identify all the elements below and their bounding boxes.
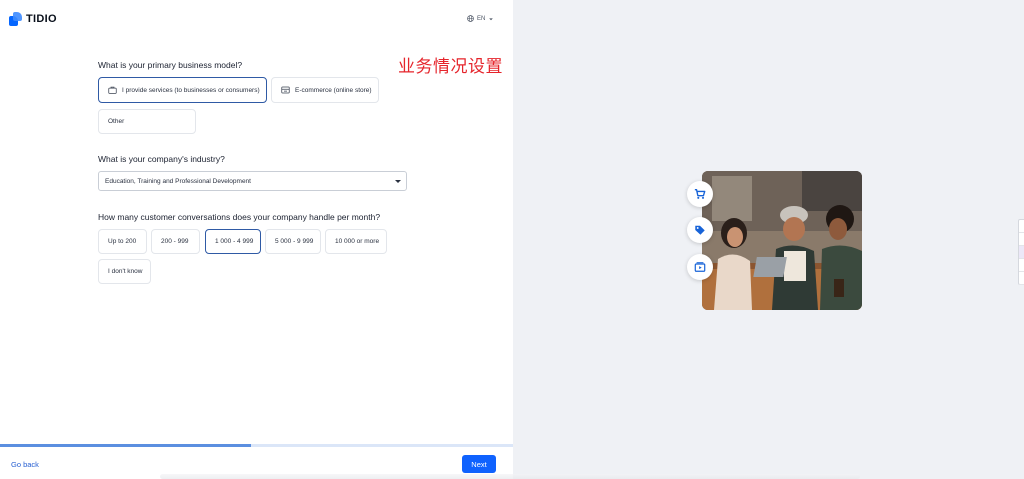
go-back-link[interactable]: Go back bbox=[11, 460, 39, 469]
option-label: 1 000 - 4 999 bbox=[215, 238, 254, 245]
edge-tab[interactable] bbox=[1019, 259, 1024, 272]
team-photo bbox=[702, 171, 862, 310]
logo-text: TIDIO bbox=[26, 13, 57, 25]
video-icon bbox=[694, 262, 706, 272]
edge-tab[interactable] bbox=[1019, 220, 1024, 233]
video-badge bbox=[687, 254, 713, 280]
bottom-bar-shadow bbox=[160, 474, 860, 479]
progress-bar-fill bbox=[0, 444, 252, 447]
caret-down-icon bbox=[395, 180, 401, 183]
annotation-label: 业务情况设置 bbox=[398, 57, 503, 77]
edge-tab[interactable] bbox=[1019, 246, 1024, 259]
option-ecommerce-label: E-commerce (online store) bbox=[295, 86, 372, 94]
cart-icon bbox=[694, 189, 706, 199]
option-label: 10 000 or more bbox=[335, 238, 380, 245]
language-label: EN bbox=[477, 15, 486, 22]
option-services[interactable]: I provide services (to businesses or con… bbox=[98, 77, 267, 103]
edge-side-tabs[interactable] bbox=[1018, 219, 1024, 285]
industry-select-value: Education, Training and Professional Dev… bbox=[105, 177, 251, 185]
edge-tab[interactable] bbox=[1019, 272, 1024, 285]
tag-badge bbox=[687, 217, 713, 243]
globe-icon bbox=[467, 15, 474, 22]
option-200-999[interactable]: 200 - 999 bbox=[151, 229, 200, 254]
tag-icon bbox=[695, 225, 705, 235]
storefront-icon bbox=[281, 86, 290, 94]
industry-question: What is your company's industry? bbox=[98, 154, 225, 164]
edge-tab[interactable] bbox=[1019, 233, 1024, 246]
progress-bar bbox=[0, 444, 513, 447]
tidio-logo-icon bbox=[9, 12, 22, 26]
option-up-to-200[interactable]: Up to 200 bbox=[98, 229, 147, 254]
conversations-question: How many customer conversations does you… bbox=[98, 212, 381, 222]
form-panel: TIDIO EN 业务情况设置 What is your primary bus… bbox=[0, 0, 513, 479]
option-10000-or-more[interactable]: 10 000 or more bbox=[325, 229, 387, 254]
chevron-down-icon bbox=[489, 17, 494, 20]
option-other[interactable]: Other bbox=[98, 109, 196, 134]
option-i-dont-know[interactable]: I don't know bbox=[98, 259, 151, 284]
language-selector[interactable]: EN bbox=[467, 15, 494, 22]
tidio-logo[interactable]: TIDIO bbox=[9, 12, 57, 26]
option-services-label: I provide services (to businesses or con… bbox=[122, 86, 260, 94]
option-label: 200 - 999 bbox=[161, 238, 189, 245]
option-other-label: Other bbox=[108, 118, 125, 125]
option-label: 5 000 - 9 999 bbox=[275, 238, 314, 245]
option-1000-4999[interactable]: 1 000 - 4 999 bbox=[205, 229, 261, 254]
cart-badge bbox=[687, 181, 713, 207]
briefcase-icon bbox=[108, 86, 117, 94]
industry-select[interactable]: Education, Training and Professional Dev… bbox=[98, 171, 407, 191]
option-label: Up to 200 bbox=[108, 238, 137, 245]
option-label: I don't know bbox=[108, 268, 143, 275]
next-button[interactable]: Next bbox=[462, 455, 496, 473]
business-model-question: What is your primary business model? bbox=[98, 60, 243, 70]
option-ecommerce[interactable]: E-commerce (online store) bbox=[271, 77, 379, 103]
option-5000-9999[interactable]: 5 000 - 9 999 bbox=[265, 229, 321, 254]
